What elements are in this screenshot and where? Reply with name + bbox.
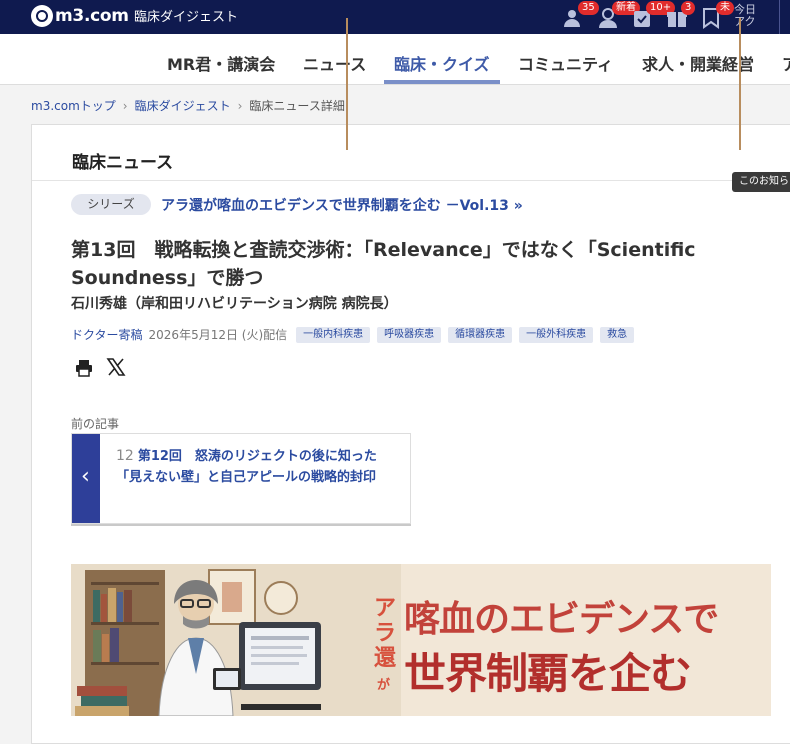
article-source[interactable]: ドクター寄稿 (71, 326, 143, 343)
nav-item-mr[interactable]: MR君・講演会 (167, 51, 275, 75)
recommend-icon[interactable]: 35 (562, 1, 599, 30)
chevron-left-icon[interactable] (72, 434, 100, 523)
banner-side-text: アラ還 (373, 596, 396, 671)
tag-general-surgery[interactable]: 一般外科疾患 (519, 326, 594, 343)
chevron-right-icon: › (122, 98, 128, 113)
nav-item-community[interactable]: コミュニティ (518, 51, 613, 75)
top-bar-divider (779, 0, 780, 34)
article-date: 2026年5月12日 (火)配信 (148, 328, 288, 342)
section-label[interactable]: 臨床ダイジェスト (134, 6, 238, 25)
chevron-right-icon: › (237, 98, 243, 113)
banner-ga-text: が (377, 678, 391, 693)
nav-item-clinical-quiz[interactable]: 臨床・クイズ (394, 51, 490, 75)
tag-cardiovascular[interactable]: 循環器疾患 (448, 326, 513, 343)
banner-divider-right (739, 18, 741, 150)
tag-respiratory[interactable]: 呼吸器疾患 (377, 326, 442, 343)
breadcrumb-home[interactable]: m3.comトップ (31, 97, 116, 114)
series-pill: シリーズ (71, 194, 151, 215)
previous-article-link[interactable]: 12 第12回 怒涛のリジェクトの後に知った「見えない壁」と自己アピールの戦略的封… (116, 446, 401, 488)
gift-icon[interactable]: 3 (665, 1, 696, 30)
breadcrumb: m3.comトップ › 臨床ダイジェスト › 臨床ニュース詳細 (31, 97, 345, 114)
nav-item-more[interactable]: ア (782, 51, 790, 75)
bookmark-icon[interactable]: 未 (699, 1, 734, 30)
new-icon[interactable]: 新着 (596, 1, 640, 30)
gift-badge: 3 (681, 1, 696, 15)
banner-headline-2: 世界制覇を企む (404, 649, 692, 698)
global-nav: MR君・講演会 ニュース 臨床・クイズ コミュニティ 求人・開業経営 ア (0, 34, 790, 85)
bookmark-badge: 未 (716, 1, 734, 15)
breadcrumb-digest[interactable]: 臨床ダイジェスト (135, 97, 231, 114)
nav-item-jobs[interactable]: 求人・開業経営 (642, 51, 754, 75)
card-divider (32, 180, 790, 181)
nav-item-news[interactable]: ニュース (303, 51, 366, 75)
previous-article-label: 前の記事 (71, 417, 120, 431)
previous-article-card[interactable]: 12第12回 怒涛のリジェクトの後に知った「見えない壁」と自己アピールの戦略的封… (71, 433, 411, 524)
print-icon[interactable] (75, 359, 93, 377)
x-share-icon[interactable] (106, 357, 126, 377)
banner-divider-left (346, 18, 348, 150)
doctor-illustration (71, 564, 401, 716)
logo-text: m3.com (55, 6, 129, 26)
check-icon[interactable]: 10+ (630, 1, 676, 30)
article-author: 石川秀雄（岸和田リハビリテーション病院 病院長） (71, 296, 398, 312)
previous-article-number: 12 (116, 448, 134, 464)
tag-emergency[interactable]: 救急 (600, 326, 635, 343)
previous-article-title: 第12回 怒涛のリジェクトの後に知った「見えない壁」と自己アピールの戦略的封印 (116, 449, 377, 485)
m3-logo-icon (31, 5, 53, 27)
article-title: 第13回 戦略転換と査読交渉術：「Relevance」ではなく「Scientif… (71, 239, 696, 289)
article-meta: ドクター寄稿 2026年5月12日 (火)配信 一般内科疾患 呼吸器疾患 循環器… (71, 326, 641, 343)
notice-tab[interactable]: このお知ら (732, 172, 790, 192)
banner-headline-1: 喀血のエビデンスで (404, 599, 719, 640)
m3-logo[interactable]: m3.com (31, 5, 129, 27)
breadcrumb-current: 臨床ニュース詳細 (249, 99, 345, 113)
top-bar: m3.com 臨床ダイジェスト 35 新着 10+ 3 未 今日 アク (0, 0, 790, 34)
nav-active-underline (384, 80, 500, 84)
series-link[interactable]: アラ還が喀血のエビデンスで世界制覇を企む －Vol.13 » (161, 195, 523, 215)
card-title: 臨床ニュース (72, 153, 174, 173)
tag-general-internal[interactable]: 一般内科疾患 (296, 326, 371, 343)
